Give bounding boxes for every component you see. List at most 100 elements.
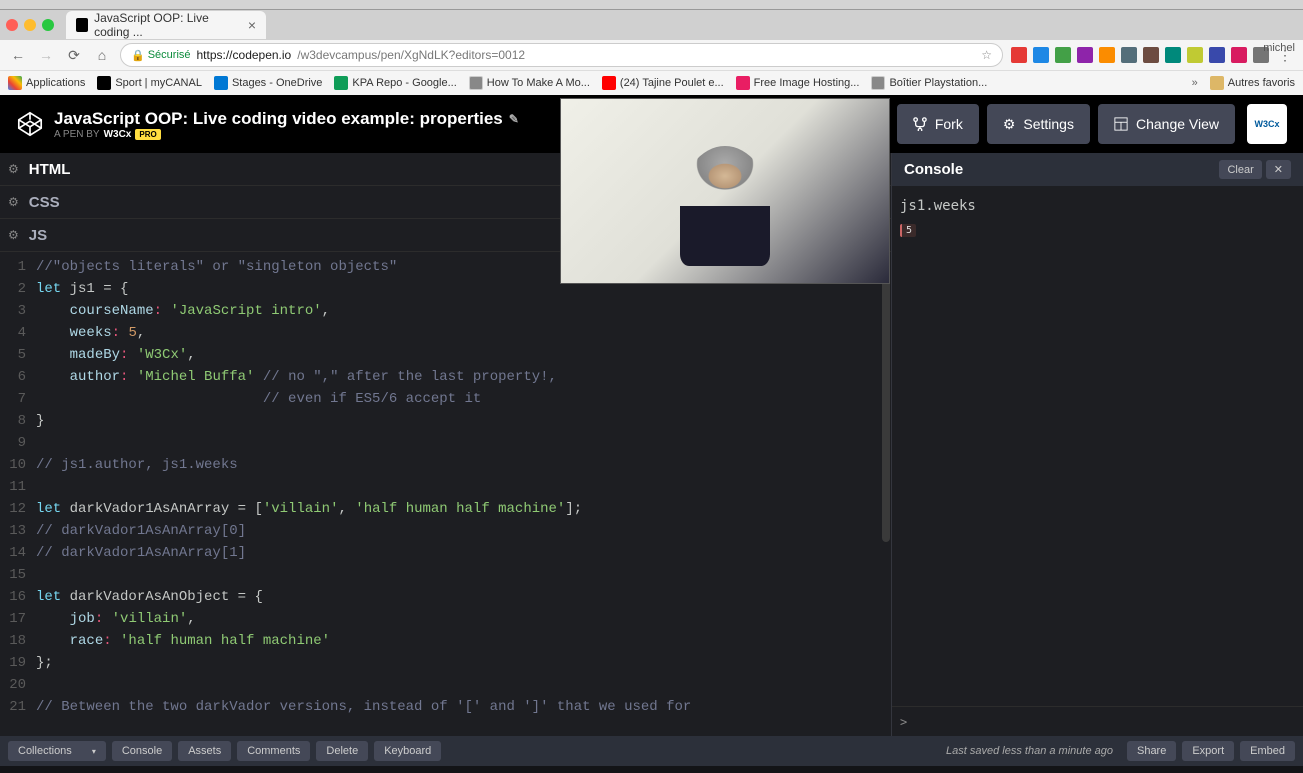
bookmark-item[interactable]: Sport | myCANAL <box>97 76 202 90</box>
line-number: 7 <box>0 388 36 410</box>
bookmark-item[interactable]: Stages - OneDrive <box>214 76 322 90</box>
code-line[interactable]: 20 <box>0 674 891 696</box>
code-line[interactable]: 3 courseName: 'JavaScript intro', <box>0 300 891 322</box>
comments-button[interactable]: Comments <box>237 741 310 761</box>
bookmark-icon <box>871 76 885 90</box>
share-button[interactable]: Share <box>1127 741 1176 761</box>
back-button[interactable]: ← <box>8 47 28 63</box>
line-content: author: 'Michel Buffa' // no "," after t… <box>36 366 557 388</box>
line-number: 10 <box>0 454 36 476</box>
address-bar-row: ← → ⟳ ⌂ 🔒 Sécurisé https://codepen.io/w3… <box>0 40 1303 70</box>
line-number: 18 <box>0 630 36 652</box>
window-traffic-lights <box>6 19 54 31</box>
line-number: 9 <box>0 432 36 454</box>
bookmark-item[interactable]: (24) Tajine Poulet e... <box>602 76 724 90</box>
export-button[interactable]: Export <box>1182 741 1234 761</box>
console-toggle-button[interactable]: Console <box>112 741 172 761</box>
bookmark-item[interactable]: How To Make A Mo... <box>469 76 590 90</box>
browser-profile[interactable]: michel <box>1263 42 1295 54</box>
code-line[interactable]: 14// darkVador1AsAnArray[1] <box>0 542 891 564</box>
save-status: Last saved less than a minute ago <box>946 745 1113 757</box>
overflow-chevron-icon[interactable]: » <box>1192 77 1198 89</box>
console-close-button[interactable]: ✕ <box>1266 160 1291 179</box>
extension-icon[interactable] <box>1055 47 1071 63</box>
extension-icon[interactable] <box>1011 47 1027 63</box>
line-number: 11 <box>0 476 36 498</box>
code-line[interactable]: 18 race: 'half human half machine' <box>0 630 891 652</box>
home-button[interactable]: ⌂ <box>92 47 112 63</box>
code-line[interactable]: 5 madeBy: 'W3Cx', <box>0 344 891 366</box>
extension-icon[interactable] <box>1077 47 1093 63</box>
code-line[interactable]: 19}; <box>0 652 891 674</box>
code-line[interactable]: 6 author: 'Michel Buffa' // no "," after… <box>0 366 891 388</box>
bookmark-icon <box>214 76 228 90</box>
video-overlay[interactable] <box>560 98 890 284</box>
fork-button[interactable]: Fork <box>897 104 979 144</box>
extension-icon[interactable] <box>1099 47 1115 63</box>
bookmark-icon <box>97 76 111 90</box>
assets-button[interactable]: Assets <box>178 741 231 761</box>
extension-icon[interactable] <box>1143 47 1159 63</box>
js-code-editor[interactable]: 1//"objects literals" or "singleton obje… <box>0 252 891 736</box>
codepen-logo-icon[interactable] <box>16 110 44 138</box>
pen-author[interactable]: W3Cx <box>104 129 132 140</box>
code-line[interactable]: 12let darkVador1AsAnArray = ['villain', … <box>0 498 891 520</box>
console-input-row[interactable]: > <box>892 706 1303 736</box>
delete-button[interactable]: Delete <box>316 741 368 761</box>
extension-icon[interactable] <box>1121 47 1137 63</box>
collections-button[interactable]: Collections <box>8 741 106 761</box>
console-clear-button[interactable]: Clear <box>1219 160 1261 179</box>
settings-button[interactable]: ⚙Settings <box>987 104 1090 144</box>
bookmark-item[interactable]: Applications <box>8 76 85 90</box>
lock-icon: 🔒 Sécurisé <box>131 49 191 62</box>
change-view-button[interactable]: Change View <box>1098 104 1235 144</box>
close-tab-icon[interactable]: × <box>248 17 256 33</box>
pro-badge: PRO <box>135 129 160 140</box>
extension-icon[interactable] <box>1165 47 1181 63</box>
extension-icons: ⋮ <box>1011 47 1295 64</box>
gear-icon[interactable]: ⚙ <box>8 195 19 209</box>
scrollbar-thumb[interactable] <box>882 252 890 542</box>
extension-icon[interactable] <box>1033 47 1049 63</box>
extension-icon[interactable] <box>1209 47 1225 63</box>
user-avatar[interactable]: W3Cx <box>1247 104 1287 144</box>
code-line[interactable]: 15 <box>0 564 891 586</box>
code-line[interactable]: 9 <box>0 432 891 454</box>
code-line[interactable]: 11 <box>0 476 891 498</box>
edit-title-icon[interactable]: ✎ <box>509 112 519 126</box>
html-panel-title: HTML <box>29 161 71 178</box>
line-content: courseName: 'JavaScript intro', <box>36 300 330 322</box>
line-content: job: 'villain', <box>36 608 196 630</box>
address-bar[interactable]: 🔒 Sécurisé https://codepen.io/w3devcampu… <box>120 43 1003 67</box>
gear-icon[interactable]: ⚙ <box>8 162 19 176</box>
code-line[interactable]: 16let darkVadorAsAnObject = { <box>0 586 891 608</box>
code-line[interactable]: 13// darkVador1AsAnArray[0] <box>0 520 891 542</box>
code-line[interactable]: 17 job: 'villain', <box>0 608 891 630</box>
bookmark-item[interactable]: Free Image Hosting... <box>736 76 860 90</box>
line-number: 17 <box>0 608 36 630</box>
code-line[interactable]: 4 weeks: 5, <box>0 322 891 344</box>
line-content: //"objects literals" or "singleton objec… <box>36 256 397 278</box>
gear-icon[interactable]: ⚙ <box>8 228 19 242</box>
extension-icon[interactable] <box>1187 47 1203 63</box>
code-line[interactable]: 10// js1.author, js1.weeks <box>0 454 891 476</box>
line-number: 1 <box>0 256 36 278</box>
extension-icon[interactable] <box>1231 47 1247 63</box>
code-line[interactable]: 21// Between the two darkVador versions,… <box>0 696 891 718</box>
bookmark-star-icon[interactable]: ☆ <box>981 48 992 62</box>
maximize-window-button[interactable] <box>42 19 54 31</box>
code-line[interactable]: 7 // even if ES5/6 accept it <box>0 388 891 410</box>
line-content: // js1.author, js1.weeks <box>36 454 238 476</box>
browser-tab-active[interactable]: JavaScript OOP: Live coding ... × <box>66 11 266 39</box>
bookmark-item[interactable]: KPA Repo - Google... <box>334 76 456 90</box>
keyboard-button[interactable]: Keyboard <box>374 741 441 761</box>
reload-button[interactable]: ⟳ <box>64 47 84 64</box>
line-number: 12 <box>0 498 36 520</box>
code-line[interactable]: 8} <box>0 410 891 432</box>
favicon-icon <box>76 18 88 32</box>
close-window-button[interactable] <box>6 19 18 31</box>
minimize-window-button[interactable] <box>24 19 36 31</box>
bookmark-folder[interactable]: Autres favoris <box>1210 76 1295 90</box>
bookmark-item[interactable]: Boîtier Playstation... <box>871 76 987 90</box>
embed-button[interactable]: Embed <box>1240 741 1295 761</box>
